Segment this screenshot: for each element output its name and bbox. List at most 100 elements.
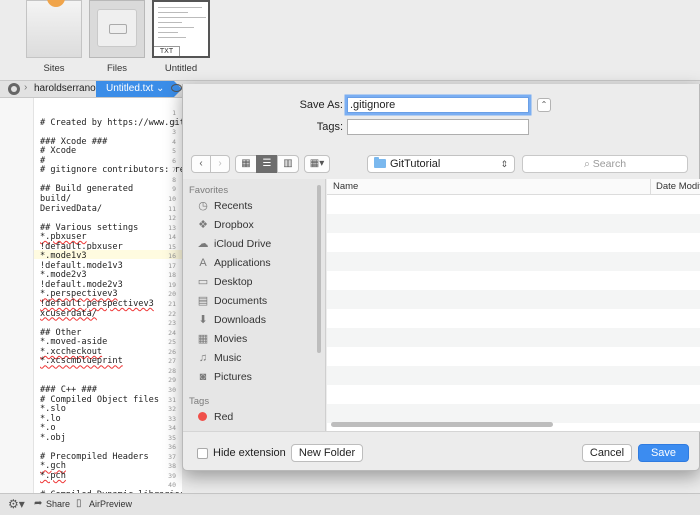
- sidebar-item-applications[interactable]: A Applications: [197, 254, 322, 272]
- code-line[interactable]: *.gch: [40, 461, 66, 471]
- code-line[interactable]: *.mode1v3: [40, 251, 87, 261]
- sites-thumbnail: [26, 0, 82, 58]
- code-line[interactable]: # Precompiled Headers: [40, 452, 149, 462]
- list-row-empty: [327, 214, 700, 233]
- airpreview-button[interactable]: AirPreview: [89, 499, 132, 509]
- line-number: 4: [172, 137, 176, 146]
- location-icon[interactable]: [8, 83, 20, 95]
- code-line[interactable]: DerivedData/: [40, 204, 102, 214]
- untitled-thumbnail: TXT: [152, 0, 210, 58]
- sidebar-item-label: Documents: [214, 295, 268, 307]
- forward-button[interactable]: ›: [210, 155, 230, 173]
- sidebar-item-dropbox[interactable]: ❖ Dropbox: [197, 216, 322, 234]
- line-number: 12: [168, 214, 176, 223]
- code-line[interactable]: *.moved-aside: [40, 337, 107, 347]
- code-line[interactable]: # gitignore contributors: rem: [40, 165, 182, 175]
- column-name[interactable]: Name: [333, 179, 358, 195]
- code-line[interactable]: *.mode2v3: [40, 270, 87, 280]
- updown-icon: ⇕: [500, 159, 508, 169]
- code-line[interactable]: build/: [40, 194, 71, 204]
- save-dialog: Save As: .gitignore ⌃ Tags: ‹ › ▦ ☰ ▥ ▦▾…: [182, 84, 700, 471]
- line-number: 23: [168, 319, 176, 328]
- text-editor[interactable]: 1 2 # Created by https://www.giti 3 4 ### Xco…: [0, 98, 182, 493]
- line-number: 39: [168, 471, 176, 480]
- share-button[interactable]: Share: [46, 499, 70, 509]
- cancel-button[interactable]: Cancel: [582, 444, 632, 462]
- sidebar-scrollbar[interactable]: [317, 185, 321, 353]
- code-line[interactable]: *.perspectivev3: [40, 289, 118, 299]
- code-line[interactable]: *.o: [40, 423, 56, 433]
- airpreview-icon: ▯: [76, 498, 82, 509]
- list-row-empty: [327, 252, 700, 271]
- save-as-input[interactable]: .gitignore: [347, 97, 529, 113]
- doc-label: Untitled: [164, 63, 198, 74]
- new-folder-button[interactable]: New Folder: [291, 444, 363, 462]
- code-line[interactable]: !default.mode2v3: [40, 280, 123, 290]
- back-button[interactable]: ‹: [191, 155, 211, 173]
- sidebar-tag-red[interactable]: Red: [197, 408, 322, 426]
- code-line[interactable]: # Xcode: [40, 146, 76, 156]
- line-number: 16: [168, 252, 176, 261]
- sidebar-item-music[interactable]: ♫ Music: [197, 349, 322, 367]
- preview-eye-icon[interactable]: [171, 84, 182, 92]
- sidebar-item-pictures[interactable]: ◙ Pictures: [197, 368, 322, 386]
- sidebar-item-desktop[interactable]: ▭ Desktop: [197, 273, 322, 291]
- code-line[interactable]: ## Other: [40, 328, 81, 338]
- line-number: 20: [168, 290, 176, 299]
- breadcrumb-user[interactable]: haroldserrano: [34, 83, 96, 94]
- code-line[interactable]: *.xcscmblueprint: [40, 356, 123, 366]
- code-line[interactable]: !default.perspectivev3: [40, 299, 154, 309]
- code-line[interactable]: xcuserdata/: [40, 309, 97, 319]
- share-icon: ➦: [34, 498, 43, 509]
- icon-view-button[interactable]: ▦: [235, 155, 257, 173]
- code-line[interactable]: # Compiled Object files: [40, 395, 159, 405]
- doc-label: Files: [106, 63, 128, 74]
- expand-dialog-button[interactable]: ⌃: [537, 98, 551, 112]
- tags-input[interactable]: [347, 119, 529, 135]
- code-line[interactable]: ## Build generated: [40, 184, 133, 194]
- sidebar-item-documents[interactable]: ▤ Documents: [197, 292, 322, 310]
- code-line[interactable]: *.pch: [40, 471, 66, 481]
- sidebar-item-label: Music: [214, 352, 242, 364]
- code-line[interactable]: !default.mode1v3: [40, 261, 123, 271]
- code-line[interactable]: *.lo: [40, 414, 61, 424]
- breadcrumb-file[interactable]: Untitled.txt ⌄: [96, 81, 183, 97]
- save-button[interactable]: Save: [638, 444, 689, 462]
- location-popup[interactable]: GitTutorial ⇕: [367, 155, 515, 173]
- code-line[interactable]: ### C++ ###: [40, 385, 97, 395]
- hide-extension-label: Hide extension: [213, 447, 286, 459]
- code-line[interactable]: ### Xcode ###: [40, 137, 107, 147]
- column-date-modified[interactable]: Date Modifi: [650, 179, 700, 195]
- search-field[interactable]: ⌕ Search: [522, 155, 688, 173]
- line-number: 22: [168, 309, 176, 318]
- code-line[interactable]: *.pbxuser: [40, 232, 87, 242]
- list-view-button[interactable]: ☰: [256, 155, 278, 173]
- files-thumbnail: [89, 0, 145, 58]
- list-row-empty: [327, 290, 700, 309]
- sidebar-item-downloads[interactable]: ⬇ Downloads: [197, 311, 322, 329]
- code-line[interactable]: #: [40, 156, 45, 166]
- gear-icon[interactable]: ⚙▾: [8, 497, 25, 511]
- code-line[interactable]: *.obj: [40, 433, 66, 443]
- sidebar-item-recents[interactable]: ◷ Recents: [197, 197, 322, 215]
- code-line[interactable]: ## Various settings: [40, 223, 138, 233]
- sidebar-item-icloud-drive[interactable]: ☁ iCloud Drive: [197, 235, 322, 253]
- code-line[interactable]: *.slo: [40, 404, 66, 414]
- line-number: 38: [168, 462, 176, 471]
- line-number: 14: [168, 233, 176, 242]
- dialog-footer: Hide extension New Folder Cancel Save: [183, 431, 700, 471]
- dropbox-icon: ❖: [198, 219, 208, 231]
- arrange-button[interactable]: ▦▾: [304, 155, 330, 173]
- file-list[interactable]: Name Date Modifi: [327, 179, 700, 431]
- sidebar-item-label: Pictures: [214, 371, 252, 383]
- sidebar-item-movies[interactable]: ▦ Movies: [197, 330, 322, 348]
- column-view-button[interactable]: ▥: [277, 155, 299, 173]
- line-number: 33: [168, 414, 176, 423]
- code-line[interactable]: *.xccheckout: [40, 347, 102, 357]
- code-line[interactable]: # Created by https://www.giti: [40, 118, 182, 128]
- tag-color-dot: [198, 412, 207, 421]
- columns-icon: ▥: [283, 158, 293, 169]
- line-number: 26: [168, 347, 176, 356]
- hide-extension-checkbox[interactable]: [197, 448, 208, 459]
- horizontal-scrollbar[interactable]: [331, 422, 553, 427]
